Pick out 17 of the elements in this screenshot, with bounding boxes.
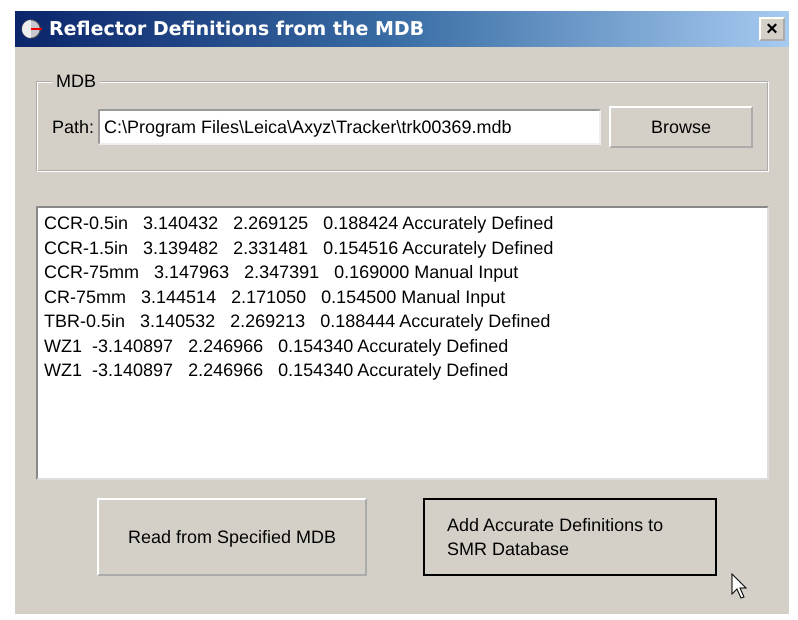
cursor-icon [731, 573, 747, 599]
list-item[interactable]: CCR-75mm 3.147963 2.347391 0.169000 Manual Input [44, 260, 761, 284]
list-item[interactable]: CCR-1.5in 3.139482 2.331481 0.154516 Accurately Defined [44, 236, 761, 260]
path-label: Path: [52, 116, 90, 138]
group-legend: MDB [52, 71, 100, 92]
window-title: Reflector Definitions from the MDB [49, 18, 426, 40]
path-field[interactable]: C:\Program Files\Leica\Axyz\Tracker\trk00369.mdb [98, 109, 601, 145]
list-item[interactable]: CCR-0.5in 3.140432 2.269125 0.188424 Accurately Defined [44, 211, 761, 236]
action-button[interactable]: Read from Specified MDB [97, 498, 367, 576]
list-item[interactable]: CR-75mm 3.144514 2.171050 0.154500 Manual Input [44, 284, 761, 309]
browse-button[interactable]: Browse [609, 106, 753, 148]
close-button[interactable]: × [759, 17, 785, 41]
list-item[interactable]: TBR-0.5in 3.140532 2.269213 0.188444 Accurately Defined [44, 309, 761, 334]
action-button[interactable]: Add Accurate Definitions to SMR Database [423, 498, 717, 576]
globe-icon [21, 18, 43, 40]
list-item[interactable]: WZ1 -3.140897 2.246966 0.154340 Accurately Defined [44, 334, 761, 358]
list-item[interactable]: WZ1 -3.140897 2.246966 0.154340 Accurately Defined [44, 358, 761, 382]
